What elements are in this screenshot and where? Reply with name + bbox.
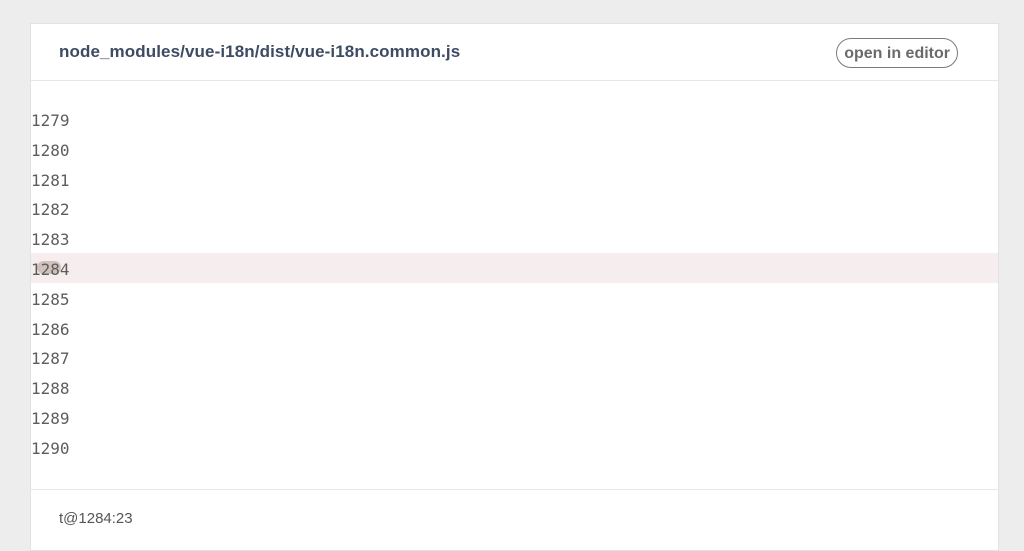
stack-location: t@1284:23 [59, 510, 133, 527]
code-line: 1283 while ( len-- > 0 ) values[ len ] =… [31, 223, 998, 253]
line-number: 1285 [31, 289, 70, 309]
code-line: 1280 var ref; [31, 134, 998, 164]
line-number: 1279 [31, 111, 70, 130]
code-line: 1281 [31, 164, 998, 194]
code-line-highlighted: 1284 return (ref = this)._t.apply(ref, [… [31, 252, 998, 283]
code-frame-panel: node_modules/vue-i18n/dist/vue-i18n.comm… [31, 24, 998, 550]
file-path[interactable]: node_modules/vue-i18n/dist/vue-i18n.comm… [59, 42, 460, 62]
code-viewer: 1279 VueI18n.prototype.t = function t (k… [31, 104, 998, 462]
code-line: 1290 [31, 432, 998, 462]
line-number: 1284 [31, 259, 70, 279]
code-frame-footer: t@1284:23 [31, 489, 998, 551]
code-line: 1287 VueI18n.prototype._i = function _i … [31, 342, 998, 372]
code-line: 1289 this._translate(messages, locale, t… [31, 402, 998, 432]
code-line: 1282 var values = [], len = arguments.le… [31, 193, 998, 223]
open-in-editor-button[interactable]: open in editor [836, 38, 958, 68]
code-line: 1288 var ret = [31, 372, 998, 402]
line-number: 1288 [31, 379, 70, 399]
line-number: 1283 [31, 230, 70, 250]
line-number: 1282 [31, 200, 70, 220]
line-number: 1290 [31, 438, 70, 458]
line-number: 1280 [31, 140, 70, 160]
code-frame-header: node_modules/vue-i18n/dist/vue-i18n.comm… [31, 24, 998, 81]
line-number: 1289 [31, 408, 70, 428]
line-number: 1281 [31, 170, 70, 190]
code-line: 1279 VueI18n.prototype.t = function t (k… [31, 104, 998, 134]
code-line: 1286 [31, 313, 998, 343]
line-number: 1286 [31, 319, 70, 339]
code-line: 1285 }; [31, 283, 998, 313]
line-number: 1287 [31, 349, 70, 369]
